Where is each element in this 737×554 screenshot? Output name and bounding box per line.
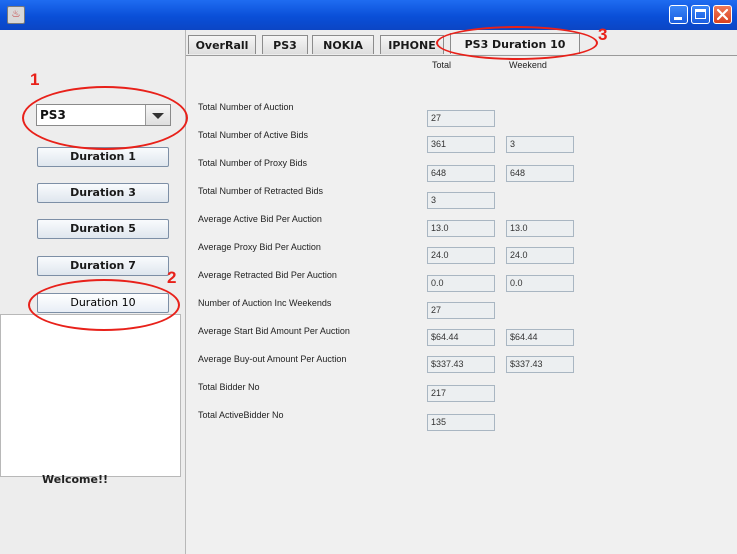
output-panel bbox=[0, 314, 181, 477]
stat-weekend-field: 648 bbox=[506, 165, 574, 182]
stat-weekend-field: 13.0 bbox=[506, 220, 574, 237]
welcome-text: Welcome!! bbox=[42, 473, 109, 486]
stat-weekend-field: 24.0 bbox=[506, 247, 574, 264]
maximize-button[interactable] bbox=[691, 5, 710, 24]
stat-total-field: 135 bbox=[427, 414, 495, 431]
stat-total-field: 361 bbox=[427, 136, 495, 153]
stats-panel: Total Weekend Total Number of Auction 27 T… bbox=[186, 56, 737, 554]
stat-total-field: 217 bbox=[427, 385, 495, 402]
annotation-ellipse-3 bbox=[436, 26, 598, 60]
minimize-button[interactable] bbox=[669, 5, 688, 24]
stat-total-field: 13.0 bbox=[427, 220, 495, 237]
stat-total-field: 3 bbox=[427, 192, 495, 209]
stat-label: Average Start Bid Amount Per Auction bbox=[198, 326, 350, 336]
weekend-column-header: Weekend bbox=[509, 60, 547, 70]
stat-total-field: 0.0 bbox=[427, 275, 495, 292]
stat-label: Total Bidder No bbox=[198, 382, 260, 392]
duration-5-button[interactable]: Duration 5 bbox=[37, 219, 169, 239]
annotation-3: 3 bbox=[598, 25, 608, 44]
stat-label: Total Number of Auction bbox=[198, 102, 294, 112]
stat-weekend-field: $64.44 bbox=[506, 329, 574, 346]
stat-label: Total Number of Active Bids bbox=[198, 130, 309, 140]
duration-3-button[interactable]: Duration 3 bbox=[37, 183, 169, 203]
stat-label: Average Active Bid Per Auction bbox=[198, 214, 322, 224]
title-bar: ♨ bbox=[0, 0, 737, 30]
stat-label: Average Proxy Bid Per Auction bbox=[198, 242, 321, 252]
annotation-1: 1 bbox=[30, 70, 40, 89]
duration-7-button[interactable]: Duration 7 bbox=[37, 256, 169, 276]
stat-weekend-field: 3 bbox=[506, 136, 574, 153]
close-button[interactable] bbox=[713, 5, 732, 24]
app-icon: ♨ bbox=[7, 6, 25, 24]
stat-weekend-field: $337.43 bbox=[506, 356, 574, 373]
stat-label: Average Buy-out Amount Per Auction bbox=[198, 354, 347, 364]
stat-label: Average Retracted Bid Per Auction bbox=[198, 270, 337, 280]
window-client-area: PS3 Duration 1 Duration 3 Duration 5 Dur… bbox=[0, 25, 737, 554]
duration-1-button[interactable]: Duration 1 bbox=[37, 147, 169, 167]
tab-ps3[interactable]: PS3 bbox=[262, 35, 308, 54]
stat-label: Total Number of Retracted Bids bbox=[198, 186, 324, 196]
stat-label: Total Number of Proxy Bids bbox=[198, 158, 308, 168]
stat-total-field: 27 bbox=[427, 110, 495, 127]
annotation-2: 2 bbox=[167, 268, 177, 287]
annotation-ellipse-1 bbox=[22, 86, 188, 150]
stat-total-field: $64.44 bbox=[427, 329, 495, 346]
stat-total-field: 27 bbox=[427, 302, 495, 319]
stat-label: Total ActiveBidder No bbox=[198, 410, 284, 420]
stat-total-field: 24.0 bbox=[427, 247, 495, 264]
stat-total-field: 648 bbox=[427, 165, 495, 182]
stat-weekend-field: 0.0 bbox=[506, 275, 574, 292]
tab-overrall[interactable]: OverRall bbox=[188, 35, 256, 54]
annotation-ellipse-2 bbox=[28, 279, 180, 331]
stat-label: Number of Auction Inc Weekends bbox=[198, 298, 332, 308]
minimize-icon bbox=[674, 17, 682, 20]
total-column-header: Total bbox=[432, 60, 452, 70]
tab-iphone[interactable]: IPHONE bbox=[380, 35, 444, 54]
tab-nokia[interactable]: NOKIA bbox=[312, 35, 374, 54]
stat-total-field: $337.43 bbox=[427, 356, 495, 373]
close-icon bbox=[716, 8, 729, 21]
maximize-icon bbox=[695, 9, 706, 19]
